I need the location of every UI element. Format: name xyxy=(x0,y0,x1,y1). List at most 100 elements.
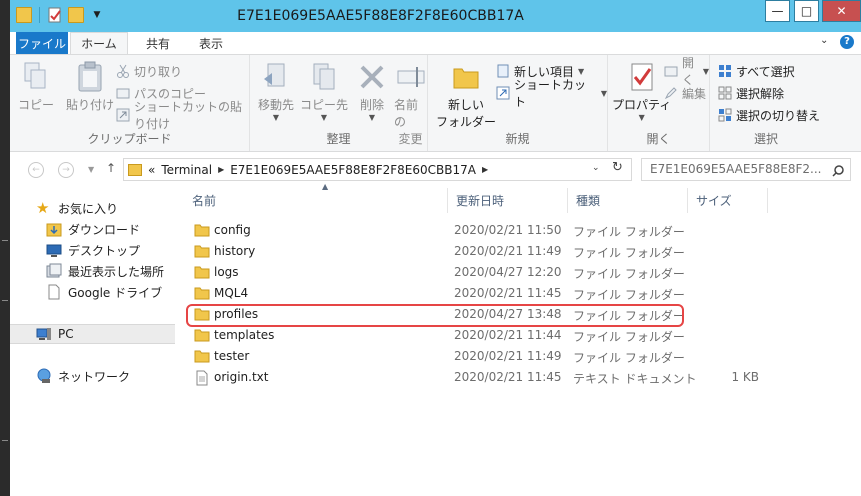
open-icon xyxy=(664,64,678,78)
nav-favorites[interactable]: ★ お気に入り xyxy=(10,198,175,218)
file-modified: 2020/02/21 11:45 xyxy=(454,286,562,300)
copy-button[interactable]: コピー xyxy=(18,61,54,113)
address-dropdown-icon[interactable]: ⌄ xyxy=(592,163,600,173)
organize-group-label: 整理 xyxy=(326,132,351,146)
copy-to-button[interactable]: コピー先 ▼ xyxy=(300,61,348,122)
paste-shortcut-button[interactable]: ショートカットの貼り付け xyxy=(116,100,249,131)
rename-icon xyxy=(395,61,427,93)
column-header-modified[interactable]: 更新日時 xyxy=(448,188,568,213)
column-header-size[interactable]: サイズ xyxy=(688,188,768,213)
clipboard-group-label: クリップボード xyxy=(87,132,172,146)
file-type: ファイル フォルダー xyxy=(573,330,685,344)
new-folder-button[interactable]: 新しい フォルダー xyxy=(436,61,496,130)
select-group-label: 選択 xyxy=(753,132,778,146)
file-modified: 2020/02/21 11:45 xyxy=(454,370,562,384)
move-to-icon xyxy=(260,61,292,93)
breadcrumb-terminal[interactable]: Terminal xyxy=(161,163,212,177)
shortcut-button[interactable]: ショートカット ▼ xyxy=(496,78,607,109)
back-button[interactable]: ← xyxy=(28,162,44,178)
nav-pc[interactable]: PC xyxy=(10,324,175,344)
address-bar[interactable]: « Terminal ▶ E7E1E069E5AAE5F88E8F2F8E60C… xyxy=(123,158,632,181)
sort-ascending-icon: ▲ xyxy=(322,182,329,191)
file-type: テキスト ドキュメント xyxy=(573,372,697,386)
star-icon: ★ xyxy=(36,199,50,217)
path-icon xyxy=(116,86,130,100)
paste-button[interactable]: 貼り付け xyxy=(66,61,114,113)
folder-icon xyxy=(194,223,210,237)
file-modified: 2020/02/21 11:50 xyxy=(454,223,562,237)
tab-home[interactable]: ホーム xyxy=(70,32,128,54)
cut-button[interactable]: 切り取り xyxy=(116,61,182,81)
ribbon-tab-bar: ファイル ホーム 共有 表示 ⌄ ? xyxy=(10,32,861,54)
select-all-icon xyxy=(718,64,732,78)
breadcrumb-current[interactable]: E7E1E069E5AAE5F88E8F2F8E60CBB17A xyxy=(230,163,476,177)
clipboard-icon xyxy=(74,61,106,93)
file-row[interactable]: logs 2020/04/27 12:20 ファイル フォルダー xyxy=(184,262,764,283)
edit-button[interactable]: 編集 xyxy=(664,83,706,103)
file-name: tester xyxy=(214,349,250,363)
search-input[interactable]: E7E1E069E5AAE5F88E8F2... xyxy=(641,158,851,181)
maximize-button[interactable]: □ xyxy=(794,0,819,22)
column-header-type[interactable]: 種類 xyxy=(568,188,688,213)
select-none-button[interactable]: 選択解除 xyxy=(718,83,784,103)
ribbon: コピー 貼り付け 切り取り パスのコピー ショートカットの貼り付け クリップボー… xyxy=(10,54,861,152)
scissors-icon xyxy=(116,64,130,78)
nav-network[interactable]: ネットワーク xyxy=(10,366,175,386)
properties-icon xyxy=(626,61,658,93)
select-all-button[interactable]: すべて選択 xyxy=(718,61,795,81)
folder-icon xyxy=(194,265,210,279)
open-button[interactable]: 開く ▼ xyxy=(664,56,709,87)
nav-google-drive[interactable]: Google ドライブ xyxy=(10,282,175,302)
help-icon[interactable]: ? xyxy=(840,35,854,49)
background-window-strip xyxy=(0,0,10,496)
recent-locations-icon[interactable]: ▼ xyxy=(88,165,94,174)
folder-icon xyxy=(194,286,210,300)
search-icon[interactable] xyxy=(832,163,844,177)
close-button[interactable]: ✕ xyxy=(822,0,861,22)
nav-downloads[interactable]: ダウンロード xyxy=(10,219,175,239)
file-row[interactable]: history 2020/02/21 11:49 ファイル フォルダー xyxy=(184,241,764,262)
text-file-icon xyxy=(194,370,210,386)
open-group-label: 開く xyxy=(646,132,671,146)
organize-group: 移動先 ▼ コピー先 ▼ 削除 ▼ 名前の 変更 整理 xyxy=(250,55,428,151)
downloads-folder-icon xyxy=(46,221,62,237)
folder-icon xyxy=(194,349,210,363)
tab-share[interactable]: 共有 xyxy=(134,32,182,54)
refresh-icon[interactable]: ↻ xyxy=(612,160,623,175)
breadcrumb-arrow-icon[interactable]: ▶ xyxy=(482,165,488,174)
folder-icon xyxy=(194,328,210,342)
shortcut-icon xyxy=(116,108,130,122)
open-group: プロパティ ▼ 開く ▼ 編集 開く xyxy=(608,55,710,151)
file-row[interactable]: tester 2020/02/21 11:49 ファイル フォルダー xyxy=(184,346,764,367)
address-prefix[interactable]: « xyxy=(148,163,155,177)
file-type: ファイル フォルダー xyxy=(573,267,685,281)
file-row[interactable]: MQL4 2020/02/21 11:45 ファイル フォルダー xyxy=(184,283,764,304)
invert-selection-button[interactable]: 選択の切り替え xyxy=(718,105,820,125)
collapse-ribbon-icon[interactable]: ⌄ xyxy=(820,35,834,49)
nav-desktop[interactable]: デスクトップ xyxy=(10,240,175,260)
file-size: 1 KB xyxy=(731,370,759,384)
tab-view[interactable]: 表示 xyxy=(188,32,234,54)
navigation-pane: ★ お気に入り ダウンロード デスクトップ 最近表示した場所 Google ドラ… xyxy=(10,186,175,496)
column-header-name[interactable]: ▲ 名前 xyxy=(184,182,448,213)
new-item-icon xyxy=(496,64,510,78)
file-type: ファイル フォルダー xyxy=(573,288,685,302)
minimize-button[interactable]: — xyxy=(765,0,790,22)
forward-button[interactable]: → xyxy=(58,162,74,178)
up-button[interactable]: ↑ xyxy=(106,161,116,175)
delete-button[interactable]: 削除 ▼ xyxy=(356,61,388,122)
file-type: ファイル フォルダー xyxy=(573,351,685,365)
file-name: config xyxy=(214,223,251,237)
nav-recent-places[interactable]: 最近表示した場所 xyxy=(10,261,175,281)
file-row[interactable]: config 2020/02/21 11:50 ファイル フォルダー xyxy=(184,220,764,241)
invert-selection-icon xyxy=(718,108,732,122)
file-modified: 2020/02/21 11:49 xyxy=(454,244,562,258)
breadcrumb-arrow-icon[interactable]: ▶ xyxy=(218,165,224,174)
file-row[interactable]: origin.txt 2020/02/21 11:45 テキスト ドキュメント 1 K… xyxy=(184,367,764,388)
folder-icon xyxy=(194,244,210,258)
file-row[interactable]: templates 2020/02/21 11:44 ファイル フォルダー xyxy=(184,325,764,346)
properties-button[interactable]: プロパティ ▼ xyxy=(612,61,671,122)
document-icon xyxy=(46,284,62,300)
move-to-button[interactable]: 移動先 ▼ xyxy=(258,61,294,122)
tab-file[interactable]: ファイル xyxy=(16,32,68,54)
